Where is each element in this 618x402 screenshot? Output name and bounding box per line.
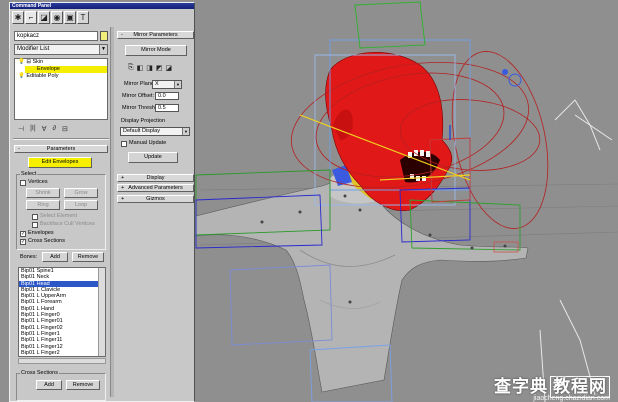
configure-modifier-sets-icon[interactable]: ⊟ bbox=[62, 125, 68, 133]
select-group-label: Select bbox=[20, 171, 38, 177]
cross-sections-checkbox[interactable]: ✓ Cross Sections bbox=[20, 238, 65, 245]
mirror-offset-spinner[interactable]: 0.0 bbox=[155, 92, 179, 100]
backface-cull-checkbox[interactable]: Backface Cull Vertices bbox=[32, 221, 95, 228]
select-element-checkbox[interactable]: Select Element bbox=[32, 213, 77, 220]
stack-item-editable-poly[interactable]: 💡 Editable Poly bbox=[15, 73, 107, 80]
object-color-swatch[interactable] bbox=[100, 31, 108, 41]
display-tab-icon[interactable]: ▣ bbox=[64, 11, 76, 24]
mirror-offset-label: Mirror Offset: bbox=[122, 93, 154, 99]
divider bbox=[13, 138, 109, 140]
expand-icon: + bbox=[121, 185, 125, 191]
mirror-plane-label: Mirror Plane: bbox=[124, 81, 156, 87]
cross-section-remove-button[interactable]: Remove bbox=[66, 380, 100, 390]
cross-section-add-button[interactable]: Add bbox=[36, 380, 62, 390]
command-panel: Command Panel ✱ ⌐ ◪ ◉ ▣ T kopkacz Modifi… bbox=[9, 2, 195, 402]
vertices-checkbox[interactable]: Vertices bbox=[20, 179, 48, 186]
object-name-field[interactable]: kopkacz bbox=[14, 31, 98, 41]
edit-envelopes-button[interactable]: Edit Envelopes bbox=[28, 157, 92, 168]
watermark: 查字典 教程网 jiaocheng.chazidian.com bbox=[494, 372, 610, 402]
collapse-icon: - bbox=[121, 32, 123, 38]
remove-bone-button[interactable]: Remove bbox=[72, 252, 104, 262]
bones-list-scrollbar[interactable] bbox=[98, 268, 105, 356]
modifier-list-label: Modifier List bbox=[17, 46, 50, 52]
watermark-title: 查字典 教程网 bbox=[494, 372, 610, 398]
motion-tab-icon[interactable]: ◉ bbox=[51, 11, 63, 24]
gizmos-rollout-header[interactable]: + Gizmos bbox=[117, 195, 194, 203]
bones-list[interactable]: Bip01 Spine1 Bip01 Neck Bip01 Head Bip01… bbox=[18, 267, 106, 357]
chevron-down-icon: ▼ bbox=[99, 45, 107, 54]
expand-icon: + bbox=[121, 175, 125, 181]
stack-item-skin[interactable]: 💡 ⊟ Skin bbox=[15, 59, 107, 66]
grow-button[interactable]: Grow bbox=[64, 188, 98, 198]
expand-icon: + bbox=[121, 196, 125, 202]
display-projection-label: Display Projection bbox=[121, 118, 166, 124]
mirror-thresh-label: Mirror Thresh.: bbox=[122, 105, 158, 111]
bones-label: Bones: bbox=[20, 254, 38, 260]
cross-sections-group-label: Cross Sections bbox=[20, 370, 59, 376]
panel-scrollbar[interactable] bbox=[110, 27, 114, 397]
bone-list-item[interactable]: Bip01 L Finger2 bbox=[19, 350, 105, 356]
add-bone-button[interactable]: Add bbox=[42, 252, 68, 262]
ring-button[interactable]: Ring bbox=[26, 200, 60, 210]
modify-tab-icon[interactable]: ⌐ bbox=[25, 11, 37, 24]
mirror-tools-row: ⎘ ◧ ◨ ◩ ◪ bbox=[128, 64, 172, 72]
collapse-icon: - bbox=[18, 146, 20, 152]
stack-toolbar: ⊣ |I| ∀ ∂ ⊟ bbox=[14, 123, 108, 134]
manual-update-checkbox[interactable]: Manual Update bbox=[121, 140, 166, 147]
panel-title: Command Panel bbox=[10, 3, 194, 9]
modifier-stack[interactable]: 💡 ⊟ Skin Envelope 💡 Editable Poly bbox=[14, 58, 108, 120]
mirror-thresh-spinner[interactable]: 0.5 bbox=[155, 104, 179, 112]
mirror-mode-button[interactable]: Mirror Mode bbox=[125, 45, 187, 56]
display-projection-dropdown[interactable]: Default Display ▼ bbox=[120, 127, 190, 136]
mirror-paste-icon[interactable]: ⎘ bbox=[128, 64, 134, 72]
create-tab-icon[interactable]: ✱ bbox=[12, 11, 24, 24]
paste-blue-to-green-verts-icon[interactable]: ◩ bbox=[156, 64, 163, 72]
paste-green-to-blue-verts-icon[interactable]: ◪ bbox=[165, 64, 172, 72]
make-unique-icon[interactable]: ∀ bbox=[42, 125, 47, 133]
envelopes-checkbox[interactable]: ✓ Envelopes bbox=[20, 230, 54, 237]
remove-modifier-icon[interactable]: ∂ bbox=[53, 125, 56, 132]
command-panel-tabs: ✱ ⌐ ◪ ◉ ▣ T bbox=[12, 11, 89, 25]
display-rollout-header[interactable]: + Display bbox=[117, 174, 194, 182]
chevron-down-icon: ▼ bbox=[182, 128, 189, 135]
pin-stack-icon[interactable]: ⊣ bbox=[18, 125, 24, 133]
stack-item-envelope[interactable]: Envelope bbox=[25, 66, 107, 73]
chevron-down-icon: ▼ bbox=[174, 81, 181, 88]
utilities-tab-icon[interactable]: T bbox=[77, 11, 89, 24]
paste-green-to-blue-bones-icon[interactable]: ◨ bbox=[146, 64, 153, 72]
advanced-parameters-rollout-header[interactable]: + Advanced Parameters bbox=[117, 184, 194, 192]
bones-list-hscrollbar[interactable] bbox=[18, 358, 106, 364]
shrink-button[interactable]: Shrink bbox=[26, 188, 60, 198]
hierarchy-tab-icon[interactable]: ◪ bbox=[38, 11, 50, 24]
show-end-result-icon[interactable]: |I| bbox=[30, 125, 36, 132]
parameters-rollout-header[interactable]: - Parameters bbox=[14, 145, 108, 153]
paste-blue-to-green-bones-icon[interactable]: ◧ bbox=[137, 64, 144, 72]
update-button[interactable]: Update bbox=[128, 152, 178, 163]
loop-button[interactable]: Loop bbox=[64, 200, 98, 210]
mirror-plane-dropdown[interactable]: X ▼ bbox=[152, 80, 182, 89]
mirror-parameters-rollout-header[interactable]: - Mirror Parameters bbox=[117, 31, 194, 39]
modifier-list-dropdown[interactable]: Modifier List ▼ bbox=[14, 44, 108, 55]
